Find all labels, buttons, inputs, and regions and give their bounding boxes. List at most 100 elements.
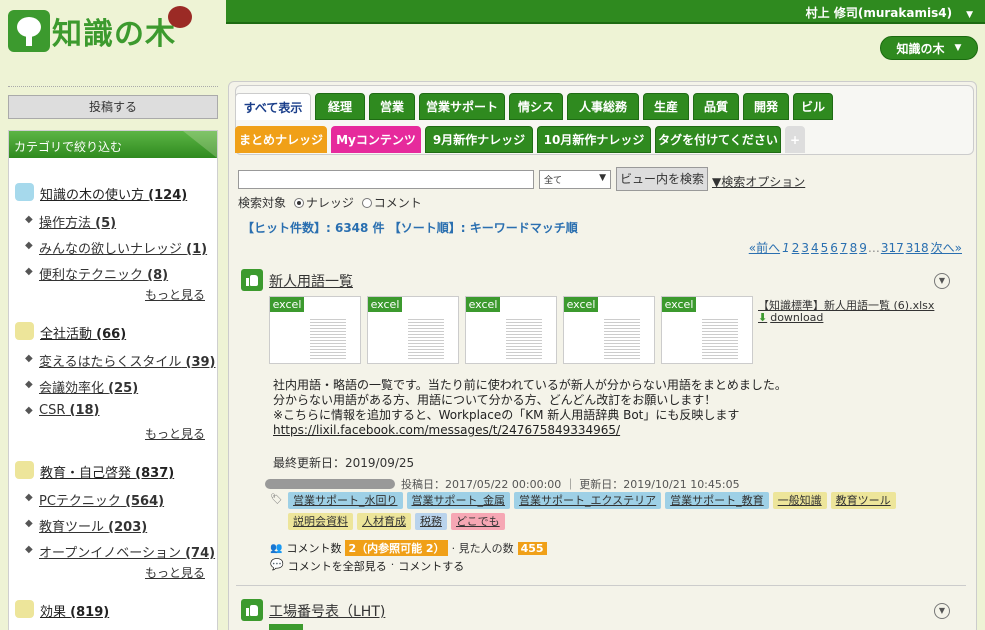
- subcategory-count: (39): [185, 355, 216, 370]
- tab-row2-5[interactable]: タグを付けてください: [655, 126, 781, 153]
- post-meta: 投稿日：2017/05/22 00:00:00 ｜ 更新日：2019/10/21…: [265, 476, 740, 492]
- subcategory-link[interactable]: 教育ツール (203): [39, 516, 147, 535]
- knowledge-title[interactable]: 工場番号表（LHT): [269, 601, 385, 621]
- chevron-down-icon: ▼: [954, 43, 962, 53]
- subcategory-item[interactable]: ◆ みんなの欲しいナレッジ (1): [9, 233, 217, 259]
- tag-chip[interactable]: 人材育成: [357, 513, 411, 530]
- pager-page[interactable]: 3: [801, 241, 809, 255]
- tag-chip[interactable]: 営業サポート_エクステリア: [514, 492, 662, 509]
- knowledge-title[interactable]: 新人用語一覧: [269, 271, 353, 291]
- subcategory-link[interactable]: PCテクニック (564): [39, 490, 164, 509]
- tag-chip[interactable]: 説明会資料: [288, 513, 353, 530]
- pager-page[interactable]: 318: [906, 241, 929, 255]
- collapse-icon[interactable]: ▼: [934, 603, 950, 619]
- site-logo[interactable]: 知識の木: [8, 6, 192, 54]
- more-link[interactable]: もっと見る: [9, 285, 217, 311]
- more-link[interactable]: もっと見る: [9, 424, 217, 450]
- tag-chip[interactable]: 営業サポート_水回り: [288, 492, 403, 509]
- tag-chip[interactable]: 営業サポート_金属: [406, 492, 510, 509]
- search-scope-select[interactable]: 全て ▼: [539, 170, 611, 189]
- site-button-label: 知識の木: [896, 41, 945, 56]
- tag-chip[interactable]: 教育ツール: [830, 492, 896, 509]
- like-icon[interactable]: [241, 599, 263, 621]
- pager-page[interactable]: 6: [830, 241, 838, 255]
- category-group[interactable]: 教育・自己啓発 (837): [9, 457, 217, 481]
- category-link[interactable]: 教育・自己啓発 (837): [40, 462, 174, 481]
- body-link[interactable]: https://lixil.facebook.com/messages/t/24…: [273, 423, 620, 437]
- subcategory-link[interactable]: 操作方法 (5): [39, 212, 116, 231]
- tab-4[interactable]: 営業サポート: [419, 93, 505, 120]
- pager-page[interactable]: 317: [881, 241, 904, 255]
- pager-page[interactable]: 8: [850, 241, 858, 255]
- tab-row2-1[interactable]: まとめナレッジ: [235, 126, 327, 153]
- tab-3[interactable]: 営業: [369, 93, 415, 120]
- subcategory-item[interactable]: ◆ 便利なテクニック (8): [9, 259, 217, 285]
- radio-comment[interactable]: [361, 198, 372, 208]
- subcategory-item[interactable]: ◆ PCテクニック (564): [9, 485, 217, 511]
- category-group[interactable]: 効果 (819): [9, 596, 217, 620]
- search-input[interactable]: [238, 170, 534, 189]
- subcategory-link[interactable]: オープンイノベーション (74): [39, 542, 215, 561]
- site-switch-button[interactable]: 知識の木 ▼: [880, 36, 978, 60]
- subcategory-item[interactable]: ◆ 会議効率化 (25): [9, 372, 217, 398]
- pager-page[interactable]: 9: [859, 241, 867, 255]
- file-preview[interactable]: excel: [367, 296, 459, 364]
- tab-5[interactable]: 情シス: [509, 93, 563, 120]
- post-button[interactable]: 投稿する: [8, 95, 218, 119]
- subcategory-item[interactable]: ◆ CSR (18): [9, 398, 217, 424]
- category-group[interactable]: 全社活動 (66): [9, 318, 217, 342]
- pager-prev[interactable]: «前へ: [749, 241, 780, 255]
- tab-row2-6[interactable]: +: [785, 126, 805, 153]
- subcategory-link[interactable]: 便利なテクニック (8): [39, 264, 168, 283]
- pager-page[interactable]: 7: [840, 241, 848, 255]
- file-preview[interactable]: excel: [269, 296, 361, 364]
- view-all-comments-link[interactable]: コメントを全部見る: [288, 558, 387, 574]
- tag-chip[interactable]: 税務: [415, 513, 447, 530]
- subcategory-link[interactable]: 変えるはたらくスタイル (39): [39, 351, 215, 370]
- add-comment-link[interactable]: コメントする: [398, 558, 464, 574]
- subcategory-name: PCテクニック: [39, 494, 121, 509]
- tab-1[interactable]: すべて表示: [235, 93, 311, 120]
- tag-chip[interactable]: 一般知識: [772, 492, 827, 509]
- tab-9[interactable]: 開発: [743, 93, 789, 120]
- category-link[interactable]: 効果 (819): [40, 601, 109, 620]
- subcategory-item[interactable]: ◆ 教育ツール (203): [9, 511, 217, 537]
- pager-page[interactable]: 4: [811, 241, 819, 255]
- tag-chip[interactable]: 営業サポート_教育: [665, 492, 769, 509]
- view-search-button[interactable]: ビュー内を検索: [616, 167, 708, 191]
- pager-page[interactable]: 5: [821, 241, 829, 255]
- search-options-link[interactable]: ▼検索オプション: [712, 173, 805, 190]
- download-link[interactable]: ⬇ download: [758, 311, 823, 324]
- file-preview[interactable]: excel: [563, 296, 655, 364]
- subcategory-item[interactable]: ◆ 操作方法 (5): [9, 207, 217, 233]
- category-link[interactable]: 全社活動 (66): [40, 323, 126, 342]
- tab-6[interactable]: 人事総務: [567, 93, 639, 120]
- radio-knowledge[interactable]: [293, 198, 304, 208]
- file-preview[interactable]: excel: [465, 296, 557, 364]
- subcategory-link[interactable]: 会議効率化 (25): [39, 377, 138, 396]
- tag-chip[interactable]: どこでも: [451, 513, 505, 530]
- collapse-icon[interactable]: ▼: [934, 273, 950, 289]
- tab-row2-3[interactable]: 9月新作ナレッジ: [425, 126, 533, 153]
- file-preview[interactable]: excel: [661, 296, 753, 364]
- subcategory-item[interactable]: ◆ オープンイノベーション (74): [9, 537, 217, 563]
- pager-page[interactable]: 2: [792, 241, 800, 255]
- subcategory-item[interactable]: ◆ 変えるはたらくスタイル (39): [9, 346, 217, 372]
- subcategory-link[interactable]: みんなの欲しいナレッジ (1): [39, 238, 207, 257]
- category-link[interactable]: 知識の木の使い方 (124): [40, 184, 187, 203]
- tab-row2-2[interactable]: Myコンテンツ: [331, 126, 421, 153]
- pager-next[interactable]: 次へ»: [931, 241, 962, 255]
- tag-row: 営業サポート_水回り 営業サポート_金属 営業サポート_エクステリア 営業サポート_教…: [288, 492, 896, 509]
- file-preview[interactable]: [269, 624, 303, 630]
- like-icon[interactable]: [241, 269, 263, 291]
- tab-row2-4[interactable]: 10月新作ナレッジ: [537, 126, 651, 153]
- comments-count-link[interactable]: コメント数: [286, 540, 341, 556]
- tab-7[interactable]: 生産: [643, 93, 689, 120]
- tab-2[interactable]: 経理: [315, 93, 365, 120]
- more-link[interactable]: もっと見る: [9, 563, 217, 589]
- tab-10[interactable]: ビル: [793, 93, 833, 120]
- tab-8[interactable]: 品質: [693, 93, 739, 120]
- user-menu[interactable]: 村上 修司(murakamis4) ▼: [806, 4, 973, 21]
- category-group[interactable]: 知識の木の使い方 (124): [9, 179, 217, 203]
- subcategory-link[interactable]: CSR (18): [39, 403, 100, 418]
